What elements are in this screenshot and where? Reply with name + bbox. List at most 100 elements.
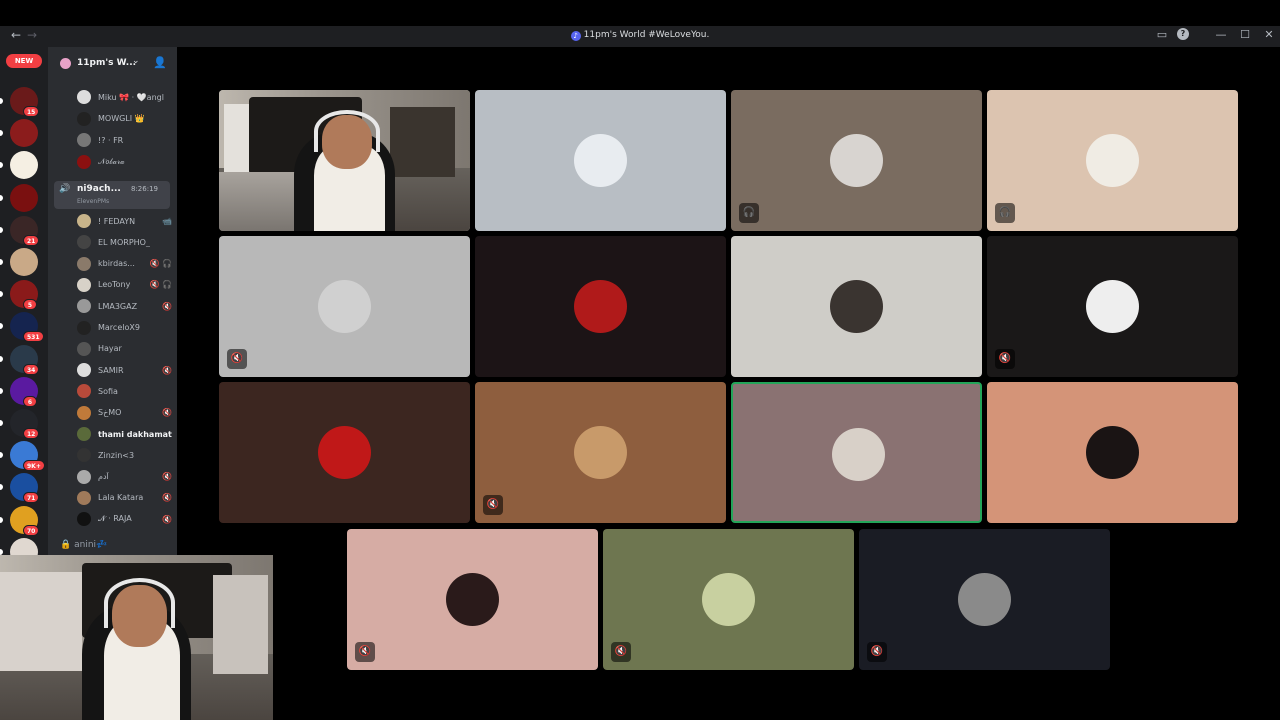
member-name: LeoTony [98,280,131,290]
chevron-down-icon[interactable]: ⌄ [132,56,140,66]
voice-member[interactable]: Hayar [77,340,172,358]
participant-avatar [574,134,627,187]
voice-channel-active[interactable]: 🔊 ni9ach... 8:26:19 ElevenPMs [54,181,170,209]
voice-member[interactable]: 𝒩𝑜𝒷𝒶𝓇𝒶 [77,153,172,171]
mention-badge: 71 [23,492,40,504]
member-name: 𝒩𝑜𝒷𝒶𝓇𝒶 [98,156,125,166]
unread-pip [0,355,3,362]
mention-badge: 9K+ [23,460,45,472]
member-name: Lala Katara [98,493,144,503]
voice-member[interactable]: !? · FR [77,131,172,149]
unread-pip [0,452,3,459]
server-icon-1[interactable] [10,119,38,148]
video-tile[interactable] [475,90,726,231]
member-name: !? · FR [98,135,124,145]
voice-member[interactable]: LeoTony 🔇 🎧 [77,276,172,294]
server-icon-3[interactable] [10,183,38,212]
voice-member[interactable]: ! FEDAYN 📹 [77,212,172,230]
member-name: SخMO [98,408,122,418]
voice-channel-name: ni9ach... [77,184,121,194]
video-tile[interactable]: 🔇 [987,236,1238,377]
member-name: MarceloX9 [98,323,140,332]
voice-member[interactable]: EL MORPHO_ [77,233,172,251]
voice-member[interactable]: Zinzin<3 [77,446,172,464]
unread-pip [0,420,3,426]
voice-member[interactable]: ﺁﺩﻡ 🔇 [77,468,172,486]
locked-channel[interactable]: 🔒 anini💤 [60,540,107,550]
member-name: Miku 🎀 · 🤍angl [98,92,164,102]
voice-member[interactable]: MOWGLI 👑 [77,110,172,128]
muted-mic-icon: 🔇 [995,349,1015,369]
avatar [77,341,91,356]
close-icon[interactable]: ✕ [1260,28,1278,41]
help-icon[interactable]: ? [1177,28,1189,40]
video-tile[interactable] [475,236,726,377]
mention-badge: 34 [23,363,40,375]
server-icon-5[interactable] [10,248,38,276]
video-tile[interactable]: 🔇 [219,236,470,377]
deafened-icon: 🎧 [995,203,1015,223]
avatar [77,90,91,104]
invite-people-icon[interactable]: 👤 [153,56,167,69]
video-tile[interactable]: 🎧 [731,90,982,231]
participant-avatar [1086,426,1139,479]
unread-pip [0,194,3,201]
inbox-icon[interactable]: ▭ [1153,28,1171,41]
voice-member[interactable]: 𝓝 · RAJA 🔇 [77,510,172,528]
maximize-icon[interactable]: ☐ [1236,28,1254,41]
avatar [77,235,91,250]
new-badge[interactable]: NEW [6,54,42,68]
member-name: Sofia [98,386,118,396]
avatar [77,427,91,441]
video-tile[interactable]: 🔇 [347,529,598,670]
voice-member[interactable]: LMA3GAZ 🔇 [77,297,172,315]
avatar [77,133,91,147]
video-tile[interactable] [731,382,982,523]
video-tile-camera[interactable] [219,90,470,231]
member-status-icons: 🔇 [162,514,172,524]
avatar [77,277,91,292]
video-tile[interactable]: 🔇 [859,529,1110,670]
participant-avatar [832,428,885,481]
participant-avatar [574,280,627,333]
mention-badge: 12 [23,428,40,439]
avatar [77,512,91,527]
unread-pip [0,98,3,104]
avatar [77,320,91,335]
voice-member[interactable]: Sofia [77,382,172,400]
video-tile[interactable]: 🔇 [475,382,726,523]
member-status-icons: 🔇 [162,408,172,418]
mention-badge: 5 [23,299,37,311]
voice-member[interactable]: MarceloX9 [77,319,172,337]
avatar [77,384,91,399]
member-status-icons: 🔇 🎧 [149,280,172,290]
mention-badge: 15 [23,106,40,117]
self-camera-overlay[interactable] [0,555,273,720]
voice-member[interactable]: Miku 🎀 · 🤍angl [77,88,172,106]
video-tile[interactable]: 🎧 [987,90,1238,231]
voice-member[interactable]: SخMO 🔇 [77,404,172,422]
video-tile[interactable] [731,236,982,377]
member-name: ! FEDAYN [98,216,136,226]
video-tile[interactable]: 🔇 [603,529,854,670]
voice-channel-icon: ♪ [570,31,581,41]
server-icon-2[interactable] [10,151,38,180]
mention-badge: 21 [23,234,40,246]
server-header[interactable]: 11pm's W... ⌄ 👤 [48,47,177,81]
muted-mic-icon: 🔇 [611,642,631,662]
video-tile[interactable] [987,382,1238,523]
unread-pip [0,259,3,265]
participant-avatar [1086,134,1139,187]
voice-member[interactable]: thami dakhamat [77,425,172,443]
voice-member[interactable]: SAMIR 🔇 [77,361,172,379]
member-status-icons: 🔇 [162,472,172,482]
voice-member[interactable]: kbirdas... 🔇 🎧 [77,255,172,273]
video-tile[interactable] [219,382,470,523]
server-icon [60,58,71,69]
member-name: 𝓝 · RAJA [98,514,132,524]
minimize-icon[interactable]: — [1212,28,1230,41]
unread-pip [0,162,3,169]
unread-pip [0,323,3,330]
voice-member[interactable]: Lala Katara 🔇 [77,489,172,507]
avatar [77,214,91,228]
